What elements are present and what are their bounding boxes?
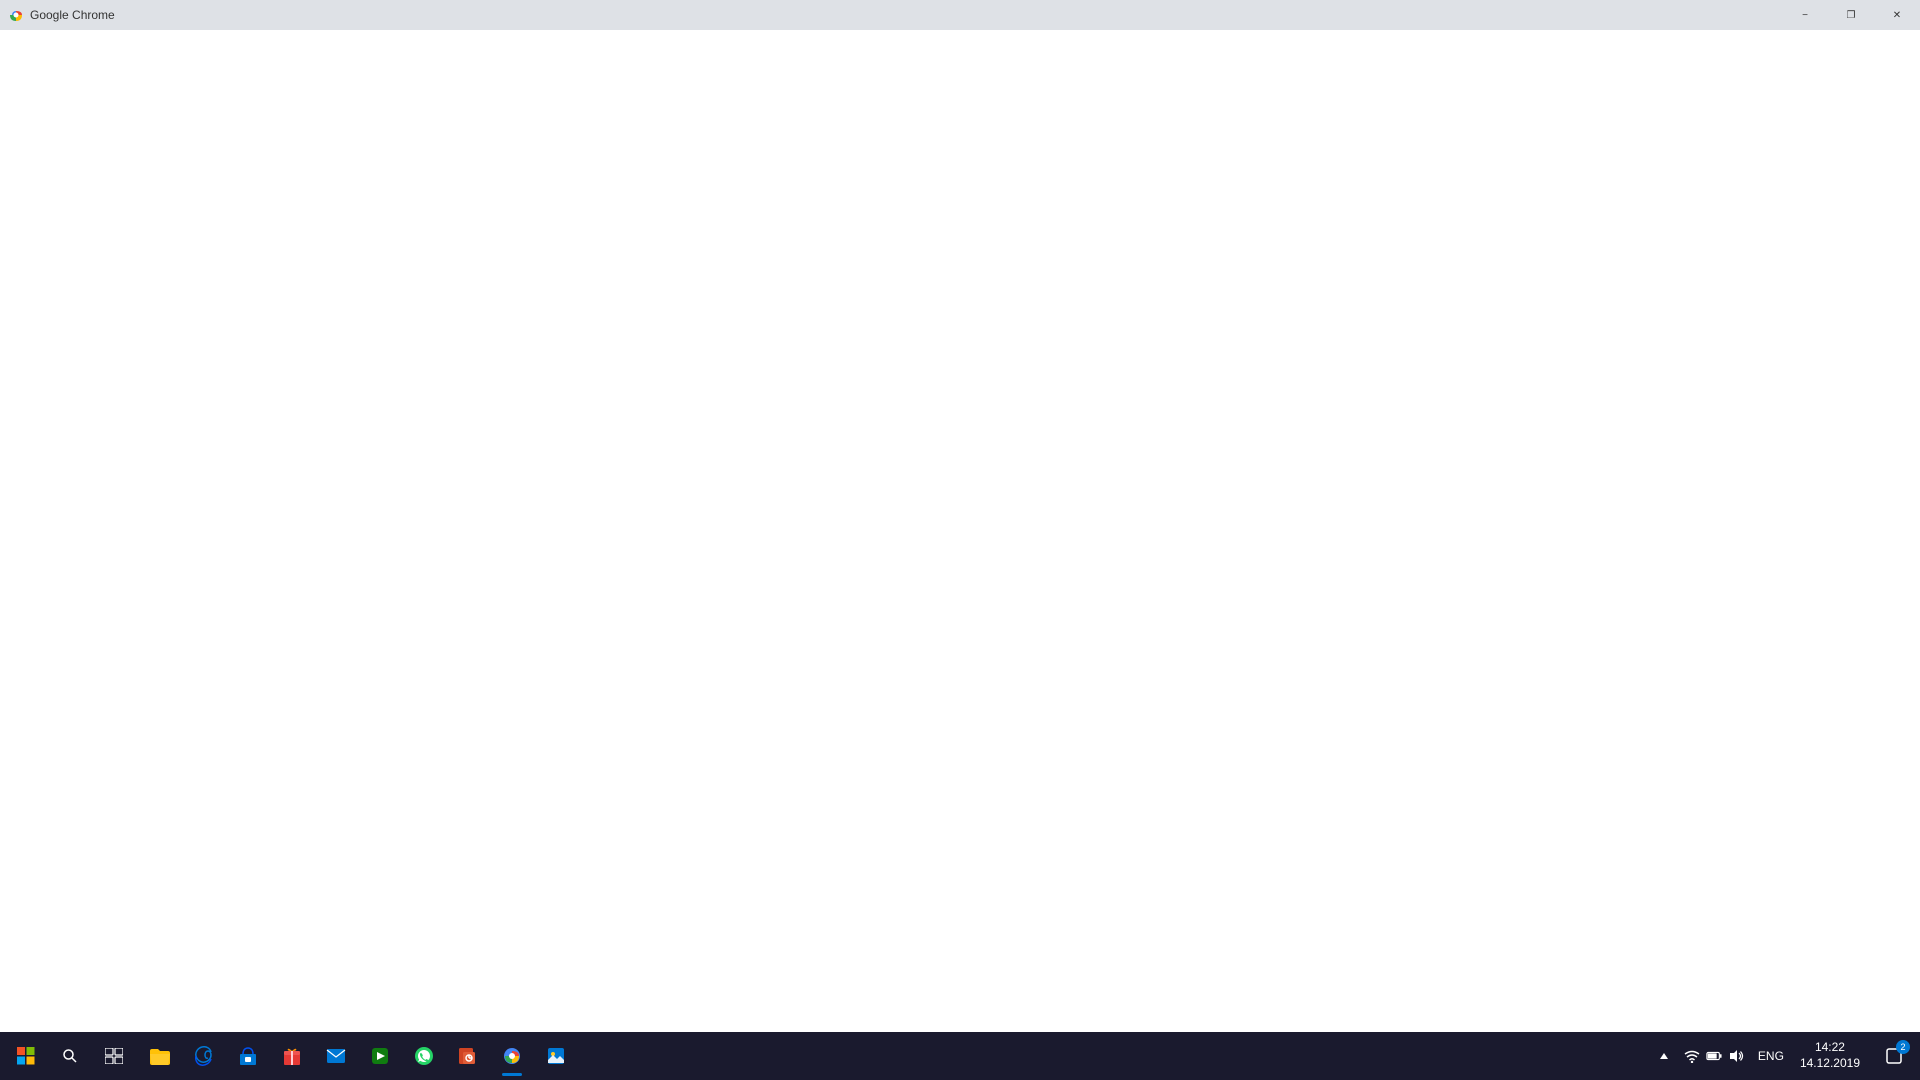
language-indicator[interactable]: ENG <box>1754 1049 1788 1063</box>
gift-svg <box>282 1046 302 1066</box>
clock-time: 14:22 <box>1815 1040 1845 1056</box>
chrome-icon[interactable] <box>490 1034 534 1078</box>
edge-svg <box>194 1046 214 1066</box>
whatsapp-icon[interactable] <box>402 1034 446 1078</box>
windows-logo-icon <box>17 1047 35 1065</box>
clock[interactable]: 14:22 14.12.2019 <box>1792 1032 1868 1080</box>
chrome-taskbar-svg <box>502 1046 522 1066</box>
notification-badge: 2 <box>1896 1040 1910 1054</box>
photos-svg <box>546 1046 566 1066</box>
chrome-logo-icon <box>8 7 24 23</box>
wifi-icon <box>1684 1049 1700 1063</box>
task-view-button[interactable] <box>92 1034 136 1078</box>
restore-button[interactable]: ❐ <box>1828 0 1874 30</box>
file-explorer-svg <box>149 1046 171 1066</box>
powerpoint-icon[interactable] <box>446 1034 490 1078</box>
powerpoint-svg <box>458 1046 478 1066</box>
mail-icon[interactable] <box>314 1034 358 1078</box>
volume-icon <box>1728 1049 1744 1063</box>
gift-icon[interactable] <box>270 1034 314 1078</box>
title-bar: Google Chrome − ❐ ✕ <box>0 0 1920 30</box>
mail-svg <box>326 1047 346 1065</box>
store-svg <box>238 1046 258 1066</box>
taskbar: ENG 14:22 14.12.2019 2 <box>0 1032 1920 1080</box>
show-hidden-icons-button[interactable] <box>1654 1034 1674 1078</box>
taskbar-search-button[interactable] <box>48 1034 92 1078</box>
clock-date: 14.12.2019 <box>1800 1056 1860 1072</box>
tray-icons <box>1678 1048 1750 1064</box>
start-button[interactable] <box>4 1034 48 1078</box>
store-icon[interactable] <box>226 1034 270 1078</box>
title-bar-controls: − ❐ ✕ <box>1782 0 1920 30</box>
title-bar-title: Google Chrome <box>30 8 115 22</box>
close-button[interactable]: ✕ <box>1874 0 1920 30</box>
title-bar-left: Google Chrome <box>8 7 115 23</box>
media-icon[interactable] <box>358 1034 402 1078</box>
search-icon <box>62 1048 78 1064</box>
wifi-tray-icon[interactable] <box>1684 1048 1700 1064</box>
task-view-icon <box>105 1048 123 1064</box>
whatsapp-svg <box>414 1046 434 1066</box>
file-explorer-icon[interactable] <box>138 1034 182 1078</box>
notification-button[interactable]: 2 <box>1872 1034 1916 1078</box>
taskbar-apps <box>138 1034 578 1078</box>
minimize-button[interactable]: − <box>1782 0 1828 30</box>
edge-icon[interactable] <box>182 1034 226 1078</box>
battery-tray-icon[interactable] <box>1706 1048 1722 1064</box>
chevron-up-icon <box>1660 1051 1668 1061</box>
volume-tray-icon[interactable] <box>1728 1048 1744 1064</box>
system-tray: ENG 14:22 14.12.2019 2 <box>1654 1032 1920 1080</box>
browser-content <box>0 30 1920 1032</box>
battery-icon <box>1706 1050 1722 1062</box>
photos-icon[interactable] <box>534 1034 578 1078</box>
media-svg <box>370 1046 390 1066</box>
